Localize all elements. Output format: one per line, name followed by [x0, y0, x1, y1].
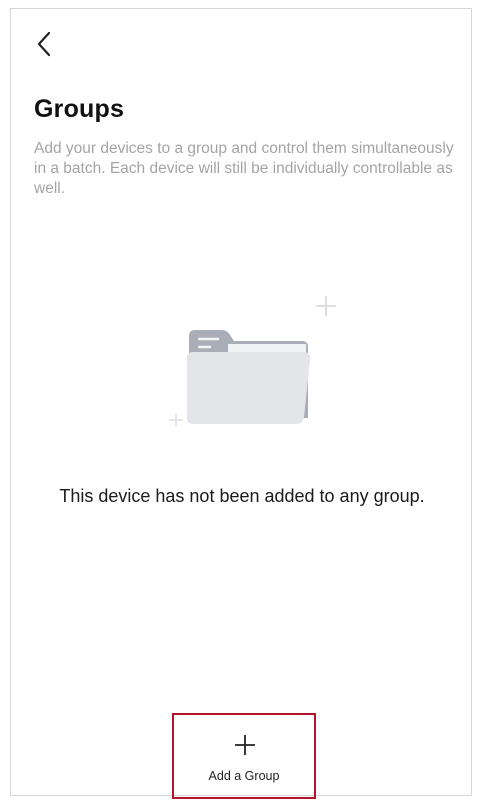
page-description: Add your devices to a group and control … — [34, 140, 454, 197]
add-group-label: Add a Group — [208, 769, 280, 783]
page-title: Groups — [34, 95, 125, 123]
app-screen: Groups Add your devices to a group and c… — [10, 8, 472, 799]
empty-state-illustration — [156, 294, 336, 434]
sparkle-icon — [169, 413, 183, 427]
chevron-left-icon — [37, 31, 51, 57]
empty-state-message: This device has not been added to any gr… — [59, 486, 425, 506]
folder-icon — [169, 296, 336, 427]
plus-icon — [235, 735, 255, 755]
sparkle-icon — [316, 296, 336, 316]
back-button[interactable] — [31, 27, 59, 61]
add-group-button[interactable]: Add a Group — [172, 713, 316, 799]
